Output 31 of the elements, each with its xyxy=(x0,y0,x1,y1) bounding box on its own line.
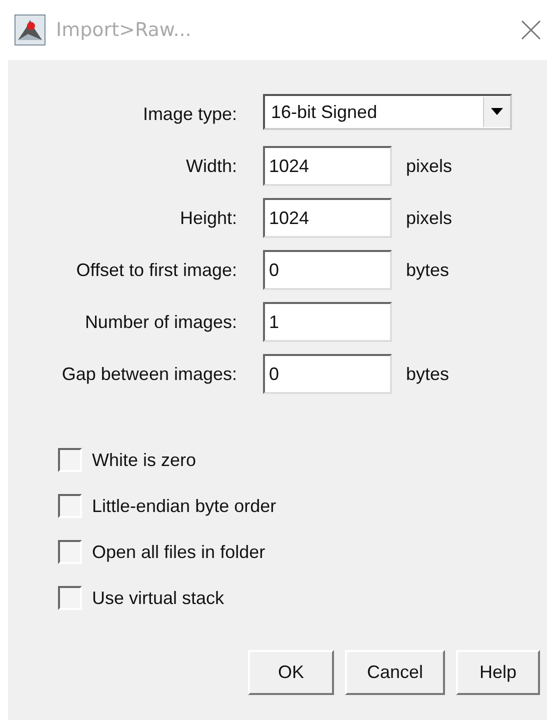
unit-label: bytes xyxy=(405,260,450,280)
window-title: Import>Raw... xyxy=(56,19,192,41)
dialog-button[interactable]: Help xyxy=(456,650,540,695)
checkbox-label: Little-endian byte order xyxy=(92,496,276,516)
checkbox[interactable] xyxy=(58,540,82,564)
checkbox-label: Use virtual stack xyxy=(92,588,224,608)
checkbox[interactable] xyxy=(58,448,82,472)
field-label: Height: xyxy=(178,208,238,228)
dialog-button[interactable]: Cancel xyxy=(344,650,445,695)
checkbox[interactable] xyxy=(58,586,82,610)
input-field[interactable]: 0 xyxy=(263,354,392,394)
checkbox[interactable] xyxy=(58,494,82,518)
image-type-dropdown[interactable]: 16-bit Signed xyxy=(263,94,512,130)
dialog-button[interactable]: OK xyxy=(248,650,334,695)
field-label: Image type: xyxy=(142,104,238,124)
caret-icon xyxy=(491,108,503,116)
input-field[interactable]: 1024 xyxy=(263,198,392,238)
field-label: Gap between images: xyxy=(60,364,238,384)
field-label: Number of images: xyxy=(84,312,238,332)
field-label: Width: xyxy=(184,156,238,176)
unit-label: bytes xyxy=(405,364,450,384)
close-icon[interactable] xyxy=(520,19,542,41)
input-field[interactable]: 1024 xyxy=(263,146,392,186)
checkbox-label: White is zero xyxy=(92,450,196,470)
unit-label: pixels xyxy=(405,208,454,228)
app-icon xyxy=(14,14,46,46)
checkbox-label: Open all files in folder xyxy=(92,542,266,562)
field-label: Offset to first image: xyxy=(75,260,238,280)
input-field[interactable]: 0 xyxy=(263,250,392,290)
input-field[interactable]: 1 xyxy=(263,302,392,342)
unit-label: pixels xyxy=(405,156,454,176)
